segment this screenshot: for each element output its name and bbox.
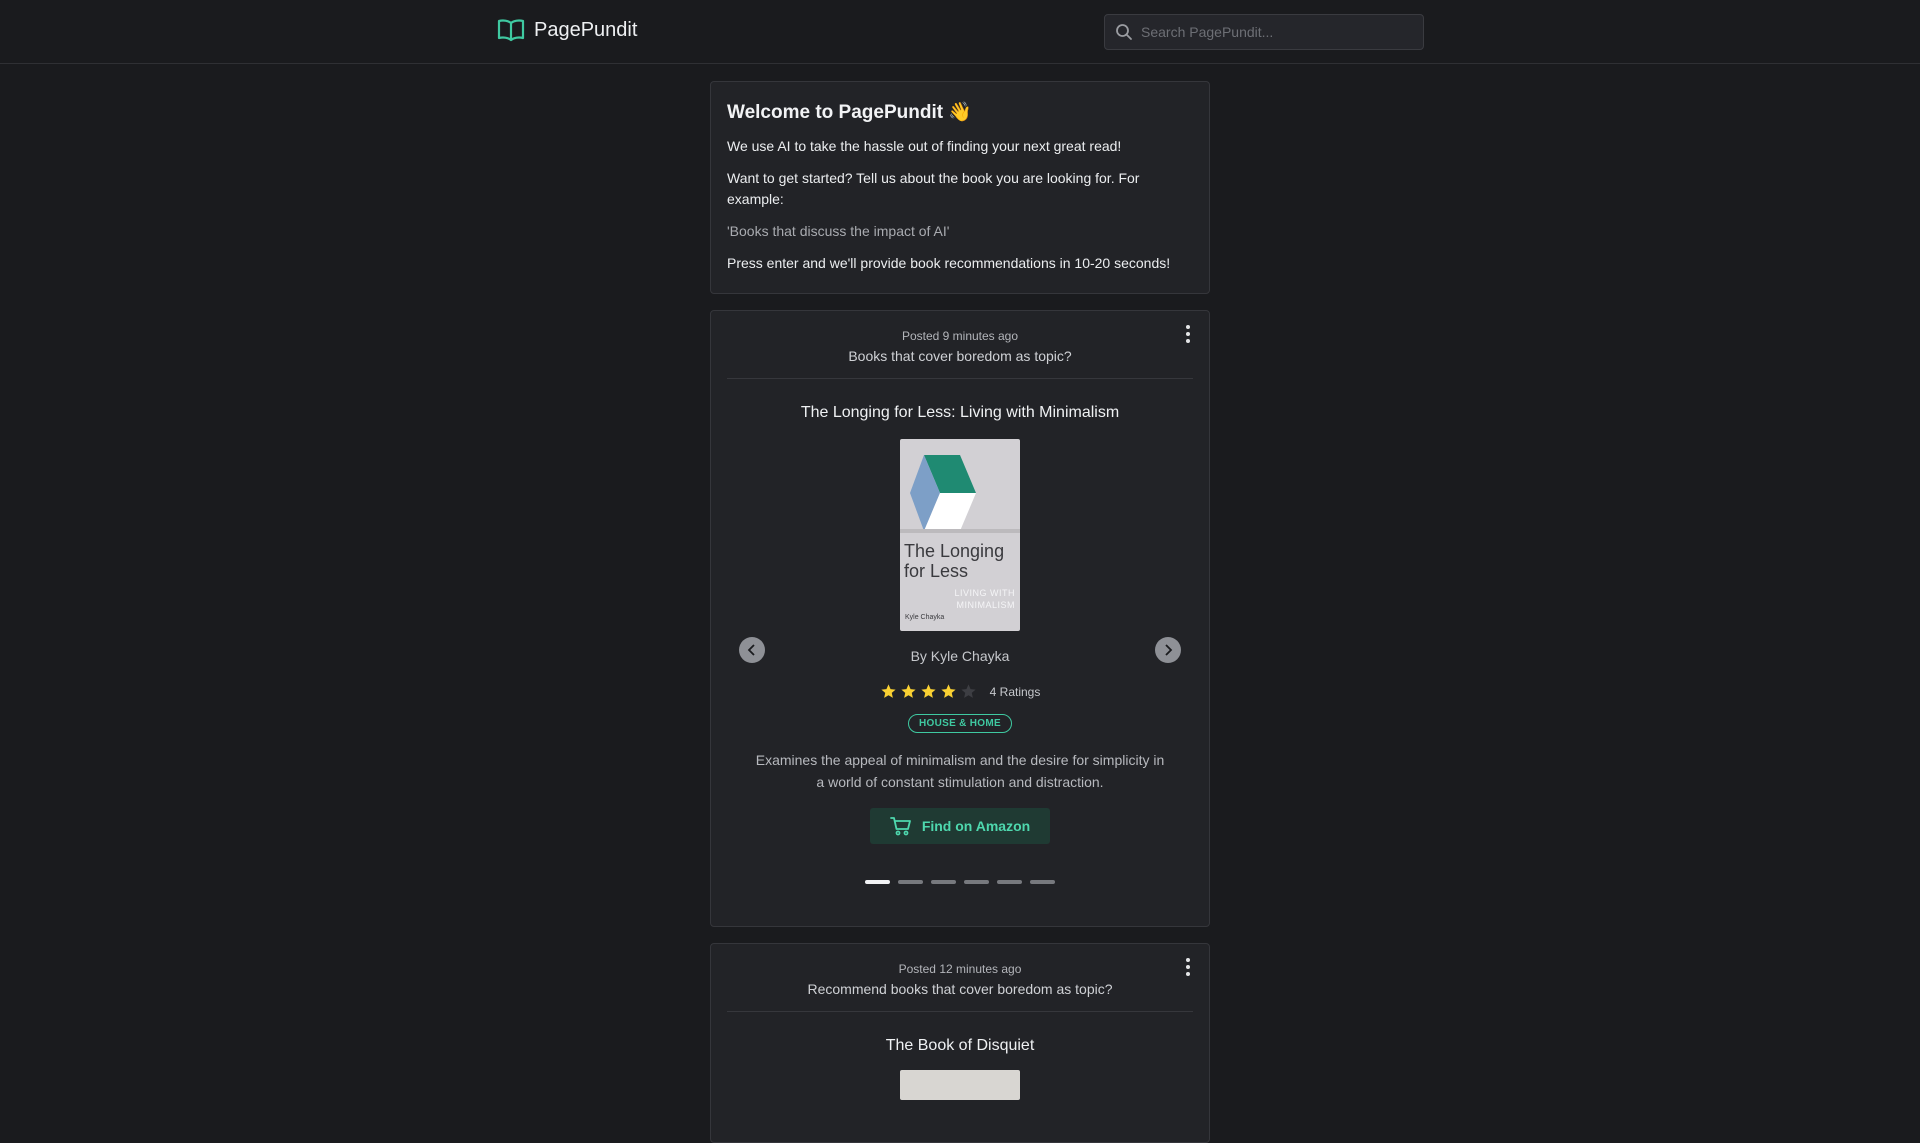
post-timestamp: Posted 9 minutes ago	[901, 329, 1019, 343]
book-title: The Longing for Less: Living with Minima…	[800, 404, 1120, 421]
carousel-prev-button[interactable]	[739, 637, 765, 663]
find-on-amazon-label: Find on Amazon	[921, 818, 1031, 834]
recommendation-post: Posted 12 minutes ago Recommend books th…	[710, 943, 1210, 1143]
carousel-next-button[interactable]	[1155, 637, 1181, 663]
shopping-cart-icon	[889, 817, 911, 836]
welcome-intro: We use AI to take the hassle out of find…	[727, 138, 1122, 154]
star-empty-icon	[961, 684, 976, 698]
carousel-dot[interactable]	[1030, 880, 1055, 884]
cover-author-text: Kyle Chayka	[905, 614, 945, 621]
star-row	[880, 683, 977, 700]
star-filled-icon	[901, 684, 916, 698]
carousel-indicators	[727, 880, 1193, 884]
post-header: Posted 12 minutes ago Recommend books th…	[727, 944, 1193, 1012]
post-timestamp: Posted 12 minutes ago	[898, 962, 1022, 976]
star-filled-icon	[881, 684, 896, 698]
post-header: Posted 9 minutes ago Books that cover bo…	[727, 311, 1193, 379]
welcome-instructions: Want to get started? Tell us about the b…	[727, 170, 1140, 207]
star-rating: 4 Ratings	[727, 683, 1193, 700]
rating-count: 4 Ratings	[989, 684, 1041, 699]
book-title: The Book of Disquiet	[885, 1037, 1035, 1054]
category-badge[interactable]: HOUSE & HOME	[908, 714, 1012, 733]
find-on-amazon-button[interactable]: Find on Amazon	[869, 808, 1051, 844]
welcome-title: Welcome to PagePundit 👋	[727, 102, 973, 123]
top-nav-bar: PagePundit	[0, 0, 1920, 64]
search-input[interactable]	[1141, 24, 1411, 40]
open-book-icon	[497, 19, 525, 42]
search-box[interactable]	[1104, 14, 1424, 50]
chevron-left-icon	[747, 644, 755, 656]
post-options-menu-icon[interactable]	[1185, 325, 1191, 343]
welcome-timing-note: Press enter and we'll provide book recom…	[727, 255, 1171, 271]
post-options-menu-icon[interactable]	[1185, 958, 1191, 976]
book-author: By Kyle Chayka	[910, 648, 1010, 664]
carousel-dot[interactable]	[865, 880, 890, 884]
star-filled-icon	[941, 684, 956, 698]
welcome-card: Welcome to PagePundit 👋 We use AI to tak…	[710, 81, 1210, 294]
carousel-dot[interactable]	[997, 880, 1022, 884]
book-description: Examines the appeal of minimalism and th…	[755, 752, 1165, 790]
cover-title-text: The Longing for Less	[904, 541, 1005, 581]
carousel-dot[interactable]	[898, 880, 923, 884]
book-cover-image: The Longing for Less LIVING WITH MINIMAL…	[900, 439, 1020, 631]
brand-logo-link[interactable]: PagePundit	[497, 18, 637, 42]
carousel-dot[interactable]	[964, 880, 989, 884]
post-query: Recommend books that cover boredom as to…	[807, 981, 1113, 997]
cover-subtitle-text: LIVING WITH MINIMALISM	[954, 588, 1015, 610]
carousel-dot[interactable]	[931, 880, 956, 884]
star-filled-icon	[921, 684, 936, 698]
book-cover-image	[900, 1070, 1020, 1100]
welcome-example-query: 'Books that discuss the impact of AI'	[727, 223, 950, 239]
search-icon	[1116, 24, 1132, 40]
chevron-right-icon	[1165, 644, 1173, 656]
recommendation-post: Posted 9 minutes ago Books that cover bo…	[710, 310, 1210, 927]
post-query: Books that cover boredom as topic?	[848, 348, 1072, 364]
brand-name: PagePundit	[534, 18, 638, 41]
